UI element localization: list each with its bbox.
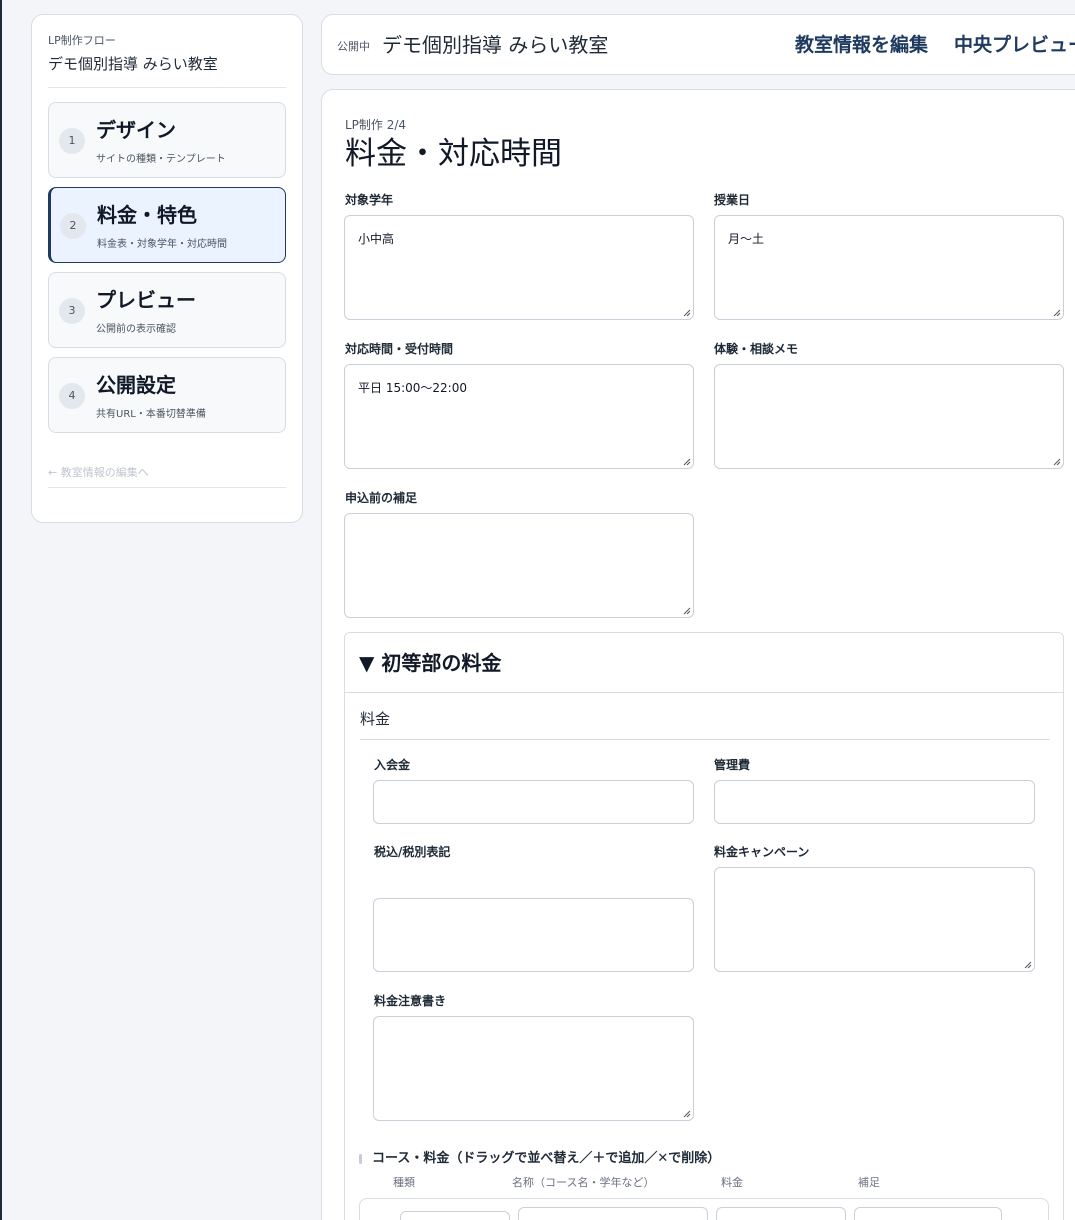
trial-memo-label: 体験・相談メモ xyxy=(714,342,799,356)
status-badge: 公開中 xyxy=(337,40,370,53)
step-title: デザイン xyxy=(96,118,176,142)
main-panel: LP制作 2/4 料金・対応時間 対象学年 小中高 授業日 月〜土 対応時間・受… xyxy=(321,89,1075,1220)
management-fee-label: 管理費 xyxy=(714,758,751,772)
step-preview[interactable]: 3 プレビュー 公開前の表示確認 xyxy=(48,272,286,348)
step-subtitle: 公開前の表示確認 xyxy=(96,324,176,335)
step-subtitle: サイトの種類・テンプレート xyxy=(96,154,226,165)
management-fee-input[interactable] xyxy=(714,780,1035,824)
step-title: 公開設定 xyxy=(96,373,176,397)
campaign-label: 料金キャンペーン xyxy=(714,845,810,859)
step-number: 3 xyxy=(59,298,85,324)
center-preview-link[interactable]: 中央プレビュー xyxy=(954,32,1075,58)
sidebar-school-name: デモ個別指導 みらい教室 xyxy=(48,55,218,73)
edit-school-link[interactable]: 教室情報を編集 xyxy=(795,32,928,58)
step-subtitle: 料金表・対象学年・対応時間 xyxy=(97,239,227,250)
pre-application-textarea[interactable] xyxy=(344,513,694,618)
section-toggle[interactable]: ▼ 初等部の料金 xyxy=(345,633,1063,693)
subsection-divider xyxy=(360,739,1050,740)
resize-grip-icon[interactable] xyxy=(1053,458,1061,466)
course-heading: コース・料金（ドラッグで並べ替え／＋で追加／✕で削除） xyxy=(372,1151,721,1166)
tax-display-label: 税込/税別表記 xyxy=(374,845,451,859)
course-col-price: 料金 xyxy=(721,1176,743,1189)
fee-notes-textarea[interactable] xyxy=(373,1016,694,1121)
target-grades-value: 小中高 xyxy=(358,232,395,246)
tax-display-input[interactable] xyxy=(373,898,694,972)
target-grades-label: 対象学年 xyxy=(345,193,394,207)
course-row xyxy=(359,1198,1049,1220)
sidebar-flow-label: LP制作フロー xyxy=(48,34,116,47)
page-school-title: デモ個別指導 みらい教室 xyxy=(382,33,609,57)
admission-fee-label: 入会金 xyxy=(374,758,411,772)
step-subtitle: 共有URL・本番切替準備 xyxy=(96,409,206,420)
resize-grip-icon[interactable] xyxy=(1024,961,1032,969)
resize-grip-icon[interactable] xyxy=(683,607,691,615)
trial-memo-textarea[interactable] xyxy=(714,364,1064,469)
course-col-note: 補足 xyxy=(858,1176,880,1189)
section-title: ▼ 初等部の料金 xyxy=(359,651,502,675)
back-to-edit-link[interactable]: ← 教室情報の編集へ xyxy=(48,465,286,481)
course-col-type: 種類 xyxy=(393,1176,415,1189)
step-pricing[interactable]: 2 料金・特色 料金表・対象学年・対応時間 xyxy=(48,187,286,263)
course-note-input[interactable] xyxy=(854,1207,1002,1220)
course-name-input[interactable] xyxy=(518,1207,708,1220)
step-title: 料金・特色 xyxy=(97,203,197,227)
step-design[interactable]: 1 デザイン サイトの種類・テンプレート xyxy=(48,102,286,178)
page-title: 料金・対応時間 xyxy=(345,136,562,172)
sidebar: LP制作フロー デモ個別指導 みらい教室 1 デザイン サイトの種類・テンプレー… xyxy=(31,14,303,523)
pre-application-label: 申込前の補足 xyxy=(345,491,418,505)
elementary-pricing-section: ▼ 初等部の料金 料金 入会金 管理費 税込/税別表記 料金キャンペーン 料金注… xyxy=(344,632,1064,1220)
step-number: 2 xyxy=(60,213,86,239)
resize-grip-icon[interactable] xyxy=(683,1110,691,1118)
step-list: 1 デザイン サイトの種類・テンプレート 2 料金・特色 料金表・対象学年・対応… xyxy=(48,102,286,433)
sidebar-divider xyxy=(48,487,286,488)
admission-fee-input[interactable] xyxy=(373,780,694,824)
course-type-select[interactable] xyxy=(400,1211,510,1220)
step-title: プレビュー xyxy=(96,288,196,312)
resize-grip-icon[interactable] xyxy=(683,309,691,317)
resize-grip-icon[interactable] xyxy=(683,458,691,466)
course-col-name: 名称（コース名・学年など） xyxy=(512,1176,655,1189)
lesson-days-value: 月〜土 xyxy=(728,232,765,246)
subsection-title: 料金 xyxy=(360,710,391,728)
lesson-days-label: 授業日 xyxy=(714,193,751,207)
window-edge xyxy=(0,0,2,1220)
step-number: 4 xyxy=(59,383,85,409)
step-number: 1 xyxy=(59,128,85,154)
course-price-input[interactable] xyxy=(716,1207,846,1220)
hours-value: 平日 15:00〜22:00 xyxy=(358,381,467,395)
sidebar-divider xyxy=(48,87,286,88)
hours-textarea[interactable]: 平日 15:00〜22:00 xyxy=(344,364,694,469)
course-heading-marker xyxy=(359,1154,362,1164)
lesson-days-textarea[interactable]: 月〜土 xyxy=(714,215,1064,320)
hours-label: 対応時間・受付時間 xyxy=(345,342,454,356)
top-bar: 公開中 デモ個別指導 みらい教室 教室情報を編集 中央プレビュー xyxy=(321,14,1075,75)
campaign-textarea[interactable] xyxy=(714,867,1035,972)
step-eyebrow: LP制作 2/4 xyxy=(345,118,407,132)
step-publish[interactable]: 4 公開設定 共有URL・本番切替準備 xyxy=(48,357,286,433)
resize-grip-icon[interactable] xyxy=(1053,309,1061,317)
target-grades-textarea[interactable]: 小中高 xyxy=(344,215,694,320)
fee-notes-label: 料金注意書き xyxy=(374,994,447,1008)
